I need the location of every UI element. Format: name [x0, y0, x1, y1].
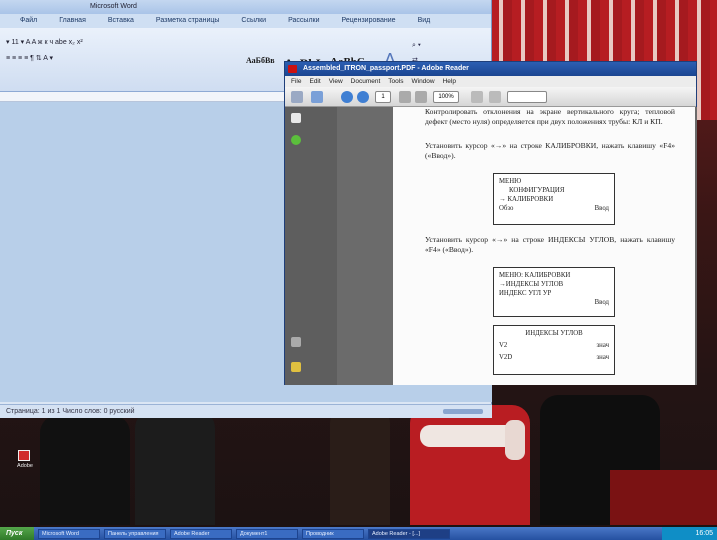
- screen: Adobe Microsoft Word Файл Главная Вставк…: [0, 0, 717, 540]
- box-title: ИНДЕКСЫ УГЛОВ: [525, 330, 583, 337]
- adobe-titlebar: Assembled_ITRON_passport.PDF - Adobe Rea…: [285, 62, 696, 76]
- box-item: → КАЛИБРОВКИ: [499, 196, 554, 203]
- photo-arm: [505, 420, 525, 460]
- box-footer-right: Ввод: [594, 299, 609, 306]
- photo-person: [40, 415, 130, 525]
- pages-icon[interactable]: [291, 113, 301, 123]
- system-tray-clock: 16:05: [662, 527, 717, 540]
- tab-review[interactable]: Рецензирование: [342, 14, 396, 28]
- adobe-reader-window: Assembled_ITRON_passport.PDF - Adobe Rea…: [284, 61, 697, 385]
- menu-file[interactable]: File: [291, 76, 301, 87]
- next-page-icon[interactable]: [357, 91, 369, 103]
- adobe-document-area: Контролировать отклонения на экране верт…: [337, 107, 697, 385]
- word-statusbar: Страница: 1 из 1 Число слов: 0 русский: [0, 404, 492, 418]
- box-footer-right: Ввод: [594, 205, 609, 212]
- find-icon[interactable]: ⌕ ▾: [412, 42, 421, 50]
- box-item: КОНФИГУРАЦИЯ: [509, 187, 565, 194]
- box-item: МЕНЮ: КАЛИБРОВКИ: [499, 272, 571, 279]
- taskbar-button[interactable]: Проводник: [302, 528, 364, 539]
- box-item: →ИНДЕКСЫ УГЛОВ: [499, 281, 564, 288]
- adobe-app-icon: [288, 65, 297, 73]
- desktop-icon-label: Adobe: [17, 463, 33, 469]
- desktop-file-icon[interactable]: [18, 450, 30, 461]
- adobe-title: Assembled_ITRON_passport.PDF - Adobe Rea…: [303, 65, 469, 72]
- tab-file[interactable]: Файл: [20, 14, 37, 28]
- font-controls[interactable]: ▾ 11 ▾ A A ж к ч abe x₂ x²: [6, 38, 83, 46]
- email-icon[interactable]: [311, 91, 323, 103]
- box-title: МЕНЮ: [499, 178, 522, 185]
- pdf-paragraph: Установить курсор «→» на строке ИНДЕКСЫ …: [425, 235, 675, 254]
- tab-view[interactable]: Вид: [418, 14, 431, 28]
- zoom-in-icon[interactable]: [415, 91, 427, 103]
- paragraph-controls[interactable]: ≡ ≡ ≡ ≡ ¶ ⇅ A ▾: [6, 54, 53, 62]
- taskbar-button-active[interactable]: Adobe Reader - [...]: [368, 528, 450, 539]
- prev-page-icon[interactable]: [341, 91, 353, 103]
- page-number-field[interactable]: 1: [375, 91, 391, 103]
- start-button[interactable]: Пуск: [0, 527, 34, 540]
- style-normal[interactable]: АаБбВв: [246, 56, 275, 65]
- menu-display-box: МЕНЮ КОНФИГУРАЦИЯ → КАЛИБРОВКИ Обзо Ввод: [493, 173, 615, 225]
- word-titlebar: Microsoft Word: [0, 0, 491, 14]
- menu-view[interactable]: View: [329, 76, 343, 87]
- adobe-toolbar: 1 100%: [285, 87, 696, 107]
- box-item: ИНДЕКС УГЛ УР: [499, 290, 552, 297]
- zoom-select[interactable]: 100%: [433, 91, 459, 103]
- adobe-menubar: File Edit View Document Tools Window Hel…: [285, 76, 696, 87]
- pdf-paragraph: Установить курсор «→» на строке КАЛИБРОВ…: [425, 141, 675, 160]
- photo-person: [330, 405, 390, 525]
- box-row-label: V2D: [499, 354, 513, 361]
- box-row-label: V2: [499, 342, 508, 349]
- menu-edit[interactable]: Edit: [309, 76, 320, 87]
- box-row-value: знач: [596, 342, 610, 349]
- tab-mailings[interactable]: Рассылки: [288, 14, 319, 28]
- photo-person: [135, 410, 215, 525]
- box-row: V2 знач: [499, 341, 609, 350]
- taskbar-button[interactable]: Adobe Reader: [170, 528, 232, 539]
- photo-floor: [610, 470, 717, 525]
- word-ribbon-tabs: Файл Главная Вставка Разметка страницы С…: [0, 14, 491, 28]
- menu-help[interactable]: Help: [443, 76, 456, 87]
- select-tool-icon[interactable]: [489, 91, 501, 103]
- attachments-icon[interactable]: [291, 135, 301, 145]
- taskbar-button[interactable]: Microsoft Word: [38, 528, 100, 539]
- tab-insert[interactable]: Вставка: [108, 14, 134, 28]
- zoom-out-icon[interactable]: [399, 91, 411, 103]
- pdf-paragraph: Контролировать отклонения на экране верт…: [425, 107, 675, 126]
- comments-icon[interactable]: [291, 362, 301, 372]
- tab-references[interactable]: Ссылки: [241, 14, 266, 28]
- menu-tools[interactable]: Tools: [388, 76, 403, 87]
- box-row: V2D знач: [499, 353, 609, 362]
- box-footer-left: Обзо: [499, 205, 514, 212]
- taskbar-button[interactable]: Панель управления: [104, 528, 166, 539]
- fit-page-icon[interactable]: [471, 91, 483, 103]
- print-icon[interactable]: [291, 91, 303, 103]
- find-field[interactable]: [507, 91, 547, 103]
- tab-home[interactable]: Главная: [59, 14, 86, 28]
- word-zoom-slider[interactable]: [443, 409, 483, 414]
- menu-window[interactable]: Window: [411, 76, 434, 87]
- taskbar-button[interactable]: Документ1: [236, 528, 298, 539]
- box-row-value: знач: [596, 354, 610, 361]
- tab-layout[interactable]: Разметка страницы: [156, 14, 220, 28]
- paperclip-icon[interactable]: [291, 337, 301, 347]
- angle-index-display-box: ИНДЕКСЫ УГЛОВ V2 знач V2D знач: [493, 325, 615, 375]
- calibration-display-box: МЕНЮ: КАЛИБРОВКИ →ИНДЕКСЫ УГЛОВ ИНДЕКС У…: [493, 267, 615, 317]
- pdf-page: Контролировать отклонения на экране верт…: [393, 107, 695, 385]
- box-footer: Обзо Ввод: [499, 204, 609, 213]
- taskbar: Пуск Microsoft Word Панель управления Ad…: [0, 527, 717, 540]
- adobe-navigation-pane: [285, 107, 337, 385]
- menu-document[interactable]: Document: [351, 76, 381, 87]
